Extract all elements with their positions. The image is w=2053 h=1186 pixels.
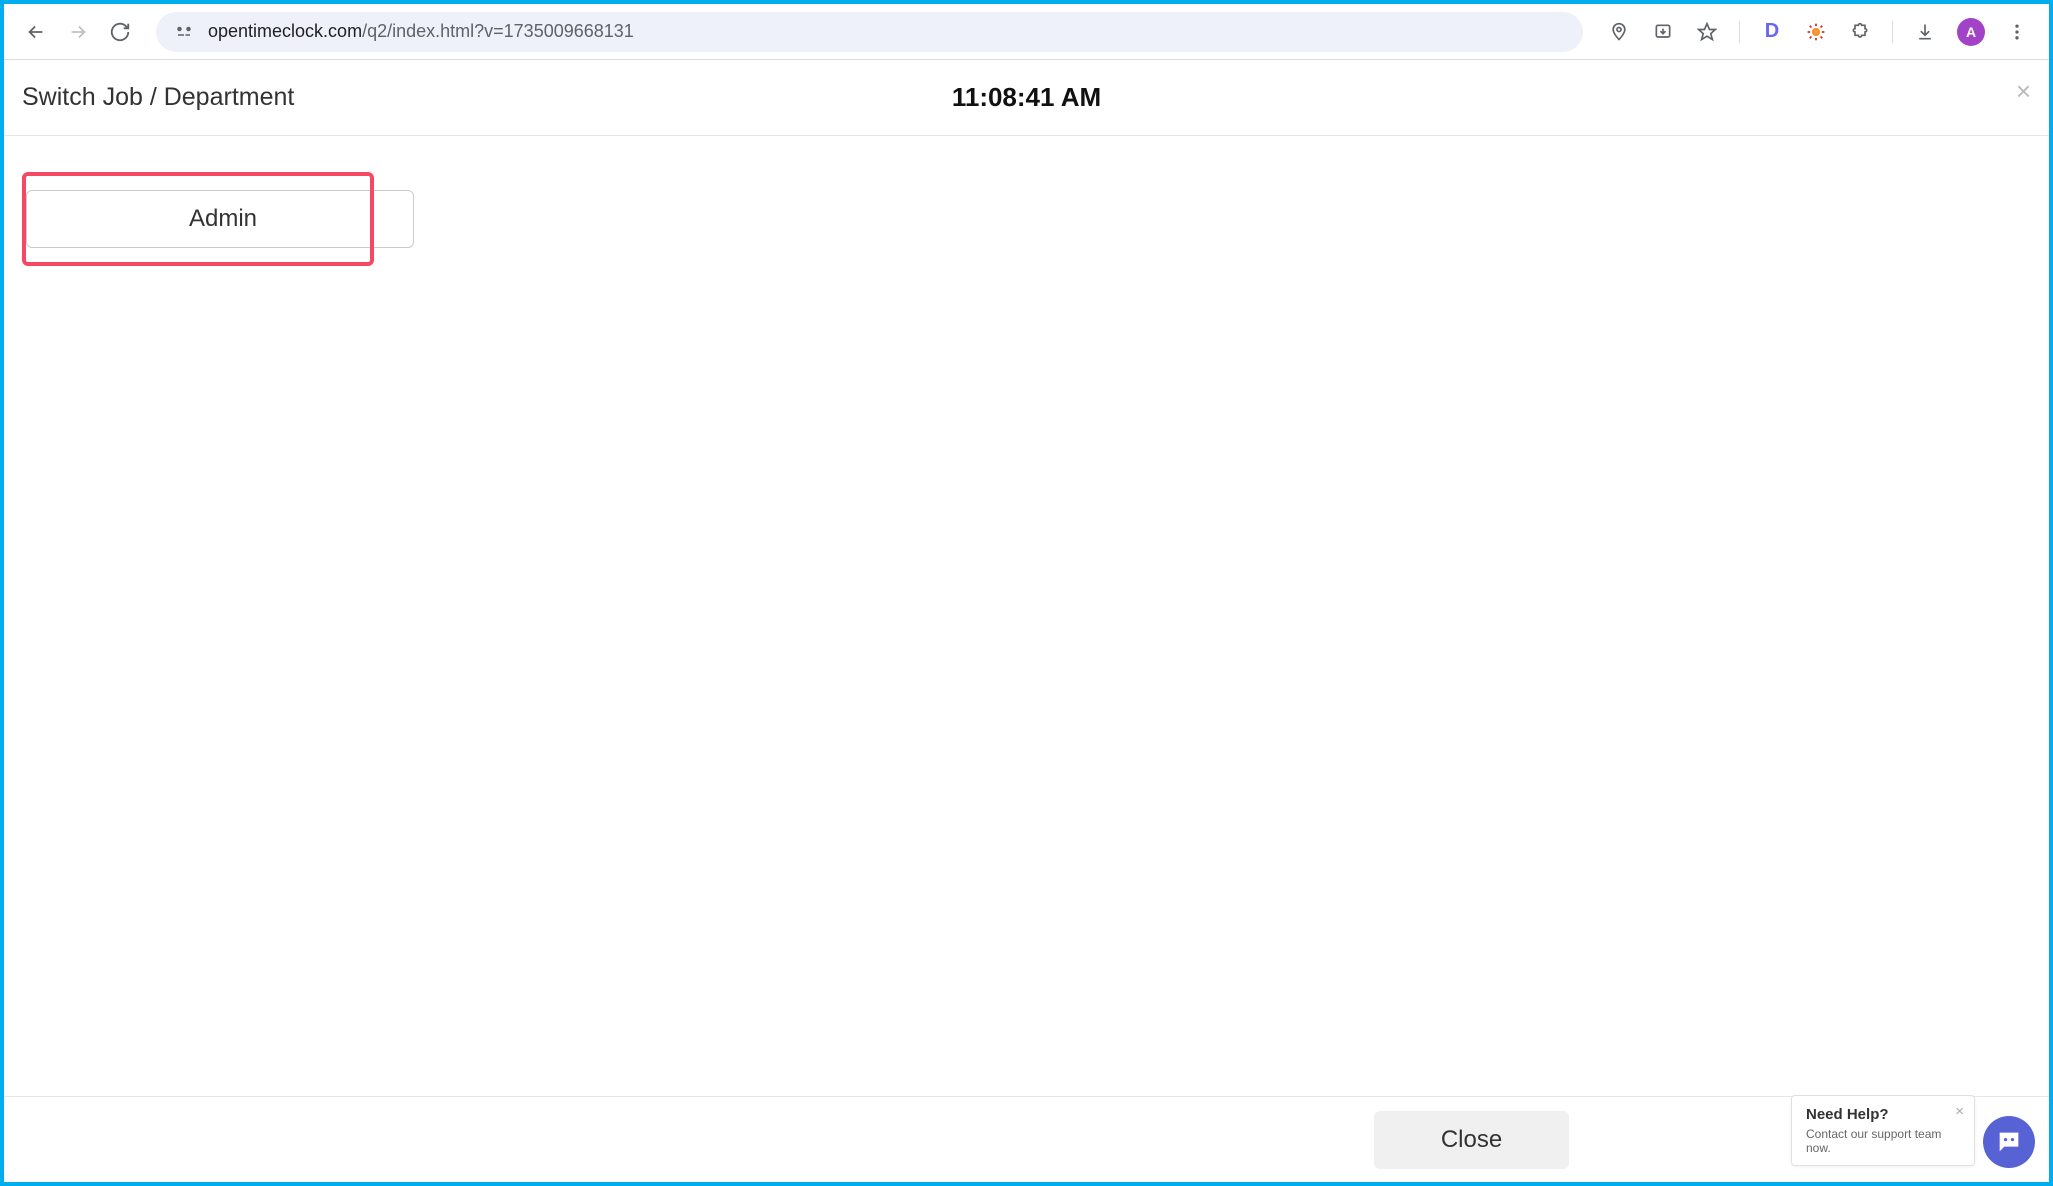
clock-time: 11:08:41 AM [952, 82, 1101, 113]
profile-avatar[interactable]: A [1957, 18, 1985, 46]
modal-header: Switch Job / Department 11:08:41 AM × [4, 60, 2049, 136]
modal-footer: Close [4, 1096, 2049, 1182]
close-button-label: Close [1441, 1126, 1502, 1153]
toolbar-divider-2 [1892, 21, 1893, 43]
page-content: Switch Job / Department 11:08:41 AM × Ad… [4, 60, 2049, 1182]
modal-title: Switch Job / Department [22, 83, 294, 112]
chat-widget-button[interactable] [1983, 1116, 2035, 1168]
admin-button-label: Admin [189, 205, 257, 233]
downloads-icon[interactable] [1913, 20, 1937, 44]
extensions-puzzle-icon[interactable] [1848, 20, 1872, 44]
help-close-icon[interactable]: × [1955, 1104, 1964, 1119]
admin-job-button[interactable]: Admin [26, 190, 414, 248]
nav-buttons [14, 20, 142, 44]
location-pin-icon[interactable] [1607, 20, 1631, 44]
menu-dots-icon[interactable] [2005, 20, 2029, 44]
help-title: Need Help? [1806, 1106, 1960, 1123]
close-button[interactable]: Close [1374, 1111, 1569, 1169]
site-settings-icon[interactable] [174, 22, 194, 42]
forward-icon[interactable] [66, 20, 90, 44]
back-icon[interactable] [24, 20, 48, 44]
extension-d-icon[interactable]: D [1760, 20, 1784, 44]
bookmark-star-icon[interactable] [1695, 20, 1719, 44]
help-text: Contact our support team now. [1806, 1127, 1960, 1155]
extension-weather-icon[interactable] [1804, 20, 1828, 44]
help-popup: × Need Help? Contact our support team no… [1791, 1095, 1975, 1166]
url-text: opentimeclock.com/q2/index.html?v=173500… [208, 21, 634, 42]
toolbar-right-icons: D A [1597, 18, 2039, 46]
browser-toolbar: opentimeclock.com/q2/index.html?v=173500… [4, 4, 2049, 60]
reload-icon[interactable] [108, 20, 132, 44]
address-bar[interactable]: opentimeclock.com/q2/index.html?v=173500… [156, 12, 1583, 52]
toolbar-divider [1739, 21, 1740, 43]
modal-body: Admin [4, 136, 2049, 216]
install-app-icon[interactable] [1651, 20, 1675, 44]
close-icon[interactable]: × [2016, 78, 2031, 104]
